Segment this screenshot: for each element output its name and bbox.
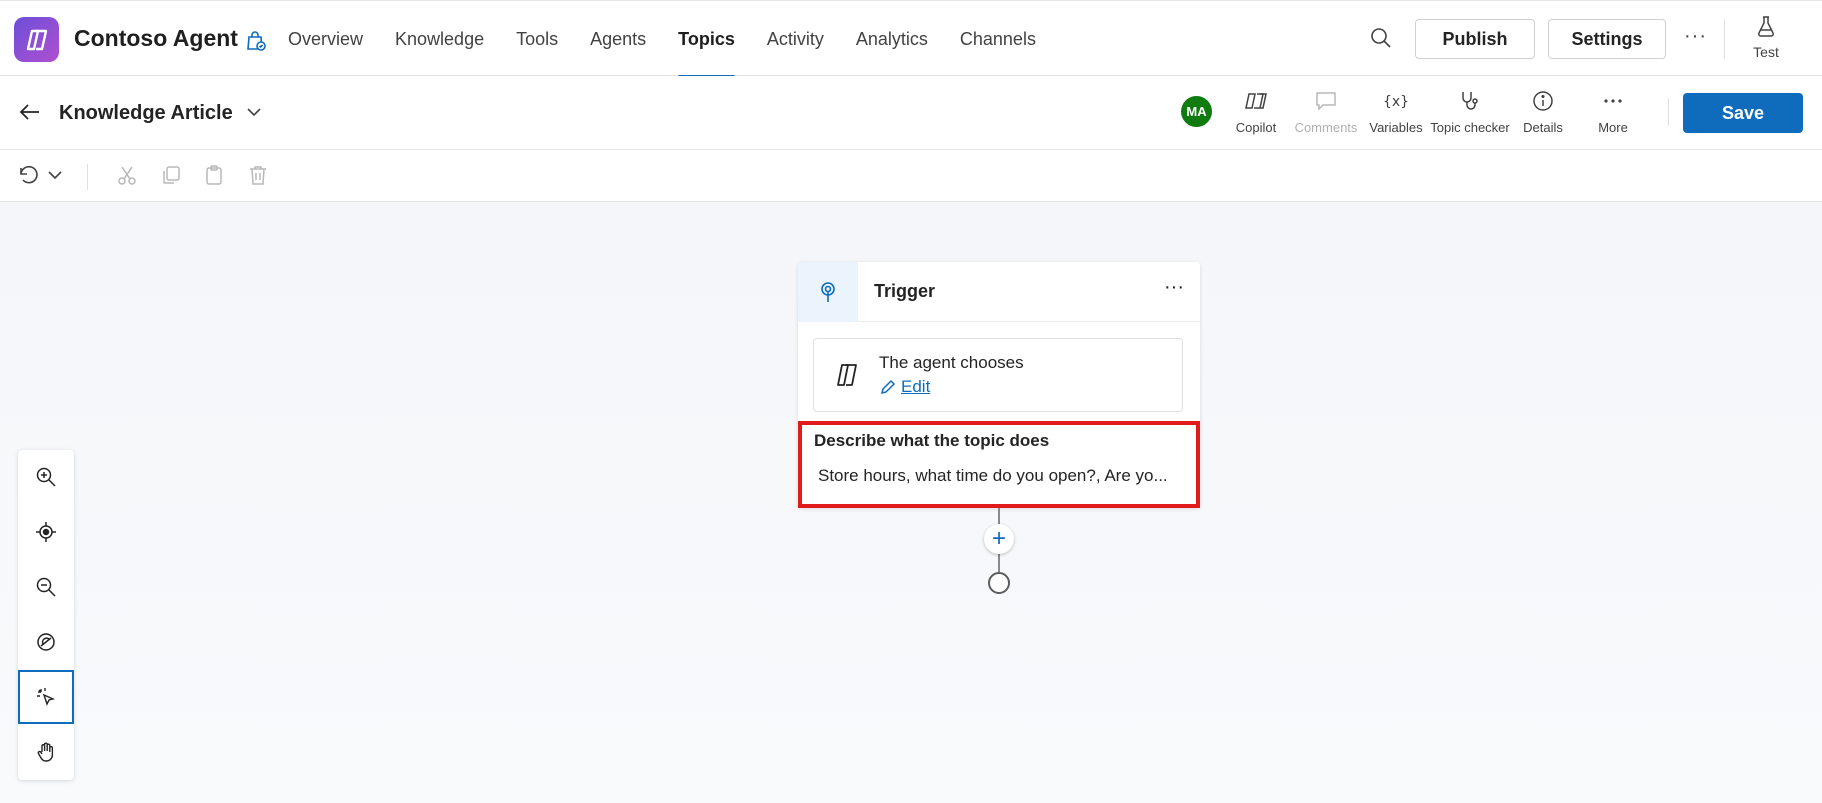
recenter-icon[interactable] <box>18 505 74 559</box>
pencil-icon <box>880 379 896 395</box>
more-icon <box>1604 99 1622 103</box>
search-icon[interactable] <box>1370 27 1392 54</box>
details-button[interactable]: Details <box>1503 90 1583 135</box>
comments-label: Comments <box>1294 120 1358 135</box>
zoom-out-icon[interactable] <box>18 560 74 614</box>
add-node-button[interactable]: + <box>984 524 1014 554</box>
more-options-icon[interactable]: ··· <box>1164 276 1184 299</box>
topic-header-bar: Knowledge Article MA Copilot Comments {x… <box>0 76 1822 150</box>
comment-icon <box>1316 92 1336 111</box>
tab-agents[interactable]: Agents <box>590 1 646 77</box>
undo-icon[interactable] <box>17 164 39 191</box>
tab-analytics[interactable]: Analytics <box>856 1 928 77</box>
describe-value[interactable]: Store hours, what time do you open?, Are… <box>818 466 1168 486</box>
more-label: More <box>1598 120 1628 135</box>
edit-link-label[interactable]: Edit <box>901 377 930 397</box>
describe-label: Describe what the topic does <box>814 431 1050 450</box>
variables-icon: {x} <box>1383 94 1409 110</box>
flask-icon <box>1757 16 1775 37</box>
topic-title[interactable]: Knowledge Article <box>59 102 233 125</box>
agent-chooses-text: The agent chooses <box>879 353 1024 372</box>
authoring-canvas[interactable]: Trigger ··· The agent chooses Edit Descr… <box>0 202 1822 803</box>
chevron-down-icon[interactable] <box>46 166 64 189</box>
trigger-icon <box>798 262 858 322</box>
details-label: Details <box>1523 120 1563 135</box>
variables-button[interactable]: {x} Variables <box>1356 90 1436 135</box>
main-nav-tabs: Overview Knowledge Tools Agents Topics A… <box>288 1 1068 78</box>
test-label: Test <box>1753 44 1779 60</box>
zoom-in-icon[interactable] <box>18 450 74 504</box>
trigger-label: Trigger <box>874 281 936 301</box>
more-button[interactable]: More <box>1573 90 1653 135</box>
cut-icon[interactable] <box>116 164 138 191</box>
paste-icon[interactable] <box>203 164 225 191</box>
zoom-controls <box>18 450 74 780</box>
top-navigation-bar: Contoso Agent Overview Knowledge Tools A… <box>0 0 1822 78</box>
copilot-button[interactable]: Copilot <box>1216 90 1296 135</box>
variables-label: Variables <box>1369 120 1423 135</box>
shopping-bag-icon[interactable] <box>244 29 268 58</box>
comments-button[interactable]: Comments <box>1286 90 1366 135</box>
app-name: Contoso Agent <box>74 25 238 51</box>
edit-link[interactable]: Edit <box>879 377 930 397</box>
copilot-icon <box>1245 93 1267 109</box>
topic-checker-button[interactable]: Topic checker <box>1430 90 1510 135</box>
more-options-icon[interactable]: ··· <box>1684 25 1707 48</box>
stethoscope-icon <box>1462 92 1478 110</box>
select-mode-icon[interactable] <box>18 670 74 724</box>
test-button[interactable]: Test <box>1748 15 1784 60</box>
tab-overview[interactable]: Overview <box>288 1 363 77</box>
trigger-node-header: Trigger ··· <box>798 262 1200 322</box>
back-arrow-icon[interactable] <box>18 100 42 129</box>
tab-topics[interactable]: Topics <box>678 1 735 78</box>
minimap-toggle-icon[interactable] <box>18 615 74 669</box>
save-button[interactable]: Save <box>1683 93 1803 133</box>
info-icon <box>1533 91 1553 111</box>
divider <box>87 164 88 190</box>
end-node <box>988 572 1010 594</box>
tab-channels[interactable]: Channels <box>960 1 1036 77</box>
avatar[interactable]: MA <box>1181 96 1212 127</box>
divider <box>1724 19 1725 59</box>
divider <box>1668 98 1669 126</box>
app-logo-icon[interactable] <box>14 17 59 62</box>
tab-activity[interactable]: Activity <box>767 1 824 77</box>
delete-icon[interactable] <box>247 164 269 191</box>
tab-tools[interactable]: Tools <box>516 1 558 77</box>
pan-hand-icon[interactable] <box>18 725 74 779</box>
topic-description-field[interactable]: Describe what the topic does Store hours… <box>798 421 1200 508</box>
copilot-logo-icon <box>832 361 860 394</box>
settings-button[interactable]: Settings <box>1548 19 1666 59</box>
tab-knowledge[interactable]: Knowledge <box>395 1 484 77</box>
chevron-down-icon[interactable] <box>244 102 264 127</box>
copy-icon[interactable] <box>160 164 182 191</box>
svg-text:{x}: {x} <box>1383 94 1409 110</box>
copilot-label: Copilot <box>1235 120 1277 135</box>
edit-toolbar <box>0 150 1822 202</box>
publish-button[interactable]: Publish <box>1415 19 1535 59</box>
trigger-node[interactable]: Trigger ··· The agent chooses Edit Descr… <box>798 262 1200 508</box>
agent-chooses-box: The agent chooses Edit <box>813 338 1183 412</box>
topic-checker-label: Topic checker <box>1430 120 1510 135</box>
